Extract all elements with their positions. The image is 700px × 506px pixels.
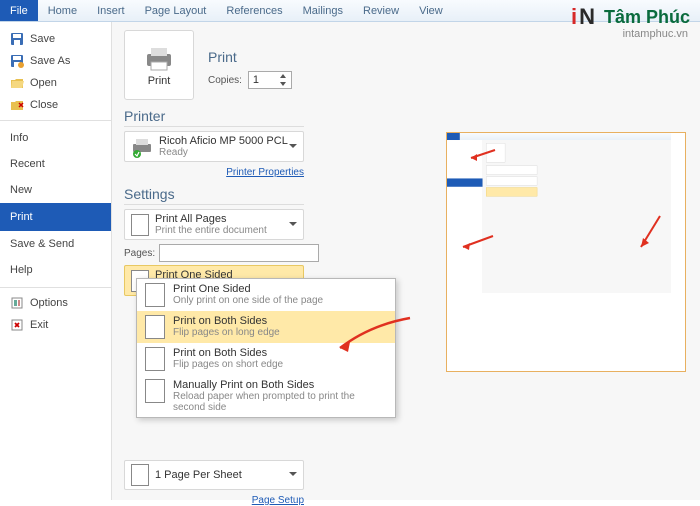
open-icon (10, 76, 24, 90)
settings-header: Settings (124, 186, 304, 205)
sidebar-label: Options (30, 297, 68, 309)
sidebar-label: Save (30, 33, 55, 45)
sidebar-label: Save As (30, 55, 70, 67)
printer-ready-icon (131, 136, 153, 158)
tab-references[interactable]: References (216, 0, 292, 21)
sidebar-options[interactable]: Options (0, 292, 111, 314)
chevron-down-icon (289, 472, 297, 480)
options-icon (10, 296, 24, 310)
sidebar-saveas[interactable]: Save As (0, 50, 111, 72)
sidebar-close[interactable]: Close (0, 94, 111, 116)
sidebar-print[interactable]: Print (0, 203, 111, 231)
annotation-arrow (330, 310, 420, 360)
tab-review[interactable]: Review (353, 0, 409, 21)
copies-spinner[interactable]: 1 (248, 71, 292, 89)
sidebar-new[interactable]: New (0, 177, 111, 203)
sidebar-label: Exit (30, 319, 48, 331)
setting-print-range[interactable]: Print All PagesPrint the entire document (124, 209, 304, 240)
print-preview (446, 132, 686, 372)
sidebar-save[interactable]: Save (0, 28, 111, 50)
print-button-label: Print (148, 75, 171, 87)
tab-view[interactable]: View (409, 0, 453, 21)
page-setup-link[interactable]: Page Setup (252, 495, 304, 506)
printer-properties-link[interactable]: Printer Properties (226, 167, 304, 178)
page-flip-short-icon (145, 347, 165, 371)
spinner-arrows-icon (279, 73, 287, 87)
page-single-icon (145, 283, 165, 307)
sidebar-help[interactable]: Help (0, 257, 111, 283)
sheet-icon (131, 464, 149, 486)
dropdown-item-manual[interactable]: Manually Print on Both SidesReload paper… (137, 375, 395, 417)
printer-selector[interactable]: Ricoh Aficio MP 5000 PCLReady (124, 131, 304, 162)
tab-mailings[interactable]: Mailings (293, 0, 353, 21)
chevron-down-icon (289, 222, 297, 230)
printer-icon (143, 44, 175, 72)
watermark-logo: iN Tâm Phúc (571, 4, 690, 30)
copies-label: Copies: (208, 75, 242, 86)
pages-icon (131, 214, 149, 236)
print-button[interactable]: Print (124, 30, 194, 100)
tab-home[interactable]: Home (38, 0, 87, 21)
copies-value: 1 (253, 74, 259, 86)
printer-header: Printer (124, 108, 304, 127)
sidebar-recent[interactable]: Recent (0, 151, 111, 177)
sidebar-save-send[interactable]: Save & Send (0, 231, 111, 257)
pages-label: Pages: (124, 248, 155, 259)
sidebar-info[interactable]: Info (0, 125, 111, 151)
printer-status: Ready (159, 147, 288, 158)
saveas-icon (10, 54, 24, 68)
save-icon (10, 32, 24, 46)
pages-input[interactable] (159, 244, 319, 262)
dropdown-item-one-sided[interactable]: Print One SidedOnly print on one side of… (137, 279, 395, 311)
sidebar-label: Open (30, 77, 57, 89)
chevron-down-icon (289, 144, 297, 152)
print-title: Print (208, 49, 292, 65)
backstage-sidebar: Save Save As Open Close Info Recent New … (0, 22, 112, 500)
printer-name: Ricoh Aficio MP 5000 PCL (159, 135, 288, 147)
page-flip-long-icon (145, 315, 165, 339)
watermark-site: intamphuc.vn (623, 28, 688, 40)
sidebar-label: Close (30, 99, 58, 111)
sidebar-exit[interactable]: Exit (0, 314, 111, 336)
setting-pages-per-sheet[interactable]: 1 Page Per Sheet (124, 460, 304, 490)
tab-page-layout[interactable]: Page Layout (135, 0, 217, 21)
page-manual-icon (145, 379, 165, 403)
sidebar-open[interactable]: Open (0, 72, 111, 94)
close-icon (10, 98, 24, 112)
tab-insert[interactable]: Insert (87, 0, 135, 21)
exit-icon (10, 318, 24, 332)
tab-file[interactable]: File (0, 0, 38, 21)
